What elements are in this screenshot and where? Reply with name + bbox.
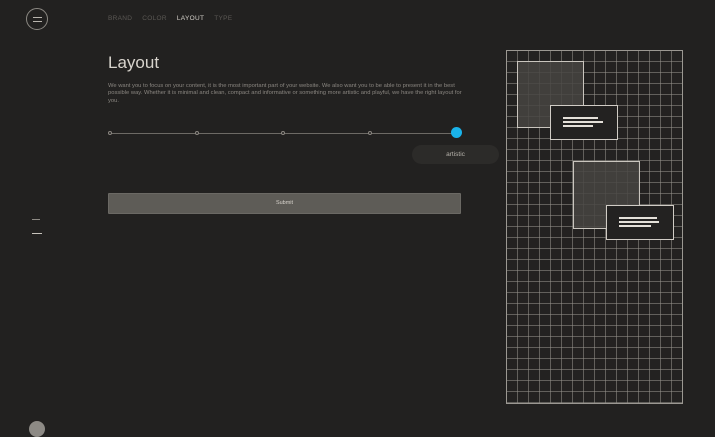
slider-stop[interactable] — [194, 130, 199, 135]
preview-text-line — [619, 217, 657, 219]
side-indicator-line[interactable] — [32, 219, 40, 220]
menu-line — [33, 17, 42, 18]
side-indicator-line-active[interactable] — [32, 233, 42, 234]
preview-text-line — [563, 121, 603, 123]
preview-text-card — [606, 205, 674, 240]
preview-text-line — [619, 221, 659, 223]
page-description: We want you to focus on your content, it… — [108, 83, 462, 104]
slider-stop[interactable] — [281, 130, 285, 135]
avatar-icon[interactable] — [29, 421, 45, 437]
nav-item-brand[interactable]: BRAND — [108, 15, 132, 22]
layout-style-slider[interactable] — [108, 127, 462, 138]
submit-button[interactable]: Submit — [108, 193, 461, 214]
top-navigation: BRAND COLOR LAYOUT TYPE — [108, 15, 242, 22]
nav-item-color[interactable]: COLOR — [142, 15, 167, 22]
nav-item-layout[interactable]: LAYOUT — [177, 15, 204, 22]
preview-text-card — [550, 105, 618, 140]
layout-preview — [506, 50, 683, 404]
slider-stop[interactable] — [108, 130, 112, 135]
side-indicator — [32, 219, 42, 234]
slider-value-tooltip: artistic — [412, 145, 499, 164]
menu-line — [33, 21, 42, 22]
nav-item-type[interactable]: TYPE — [214, 15, 232, 22]
page-title: Layout — [108, 53, 160, 72]
menu-icon[interactable] — [26, 8, 48, 30]
slider-stop[interactable] — [367, 130, 372, 135]
slider-thumb[interactable] — [450, 127, 462, 138]
preview-text-line — [619, 225, 651, 227]
preview-text-line — [563, 125, 593, 127]
preview-text-line — [563, 117, 598, 119]
